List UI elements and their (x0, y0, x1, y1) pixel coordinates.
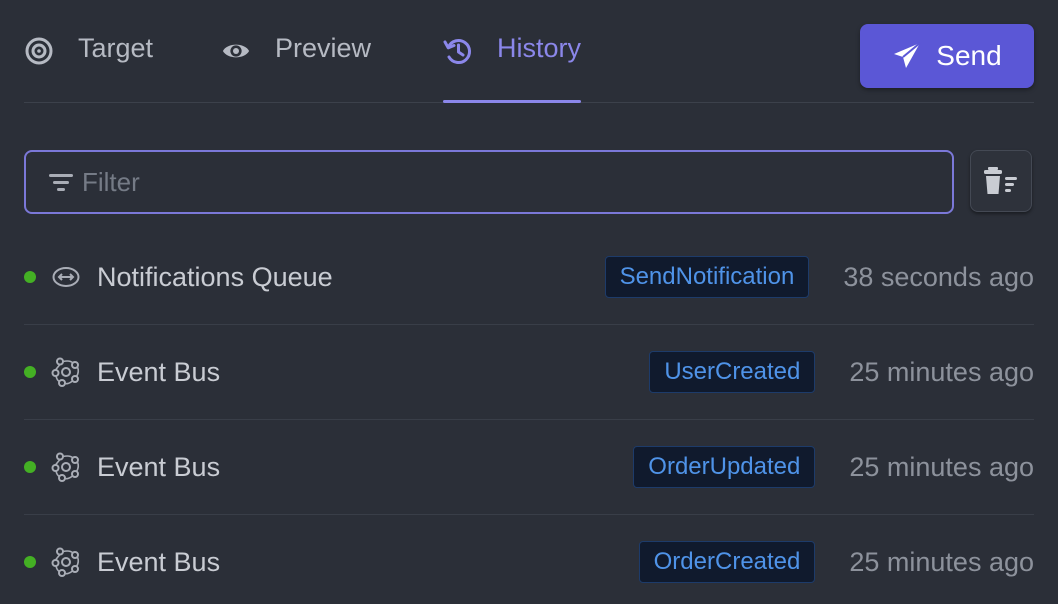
history-item-name: Notifications Queue (97, 262, 333, 292)
history-item[interactable]: Event Bus UserCreated 25 minutes ago (24, 325, 1034, 420)
history-item-name: Event Bus (97, 357, 221, 387)
status-dot (24, 556, 36, 568)
tab-label: History (497, 33, 582, 63)
history-item-meta: OrderUpdated 25 minutes ago (633, 445, 1034, 489)
queue-icon (51, 262, 81, 292)
history-item[interactable]: Notifications Queue SendNotification 38 … (24, 230, 1034, 325)
tab-history[interactable]: History (443, 33, 582, 103)
history-item-meta: OrderCreated 25 minutes ago (638, 540, 1034, 584)
event-bus-icon (51, 357, 81, 387)
status-dot (24, 461, 36, 473)
send-button-label: Send (936, 40, 1002, 71)
history-list: Notifications Queue SendNotification 38 … (24, 230, 1034, 604)
message-badge: OrderUpdated (633, 446, 816, 488)
tab-target[interactable]: Target (24, 33, 153, 102)
eye-icon (221, 36, 251, 66)
tab-label: Preview (275, 33, 372, 63)
target-icon (24, 36, 54, 66)
active-tab-indicator (443, 100, 582, 103)
message-badge: OrderCreated (638, 541, 816, 583)
history-item-name: Event Bus (97, 547, 221, 577)
paper-plane-icon (892, 41, 922, 71)
history-panel: Target Preview History Send Filter Notif… (0, 0, 1058, 604)
history-item-time: 38 seconds ago (843, 261, 1034, 292)
history-item-meta: UserCreated 25 minutes ago (649, 350, 1034, 394)
message-badge: UserCreated (649, 351, 816, 393)
history-item[interactable]: Event Bus OrderUpdated 25 minutes ago (24, 420, 1034, 515)
history-item-time: 25 minutes ago (849, 451, 1034, 482)
event-bus-icon (51, 547, 81, 577)
history-item[interactable]: Event Bus OrderCreated 25 minutes ago (24, 515, 1034, 604)
status-dot (24, 366, 36, 378)
tab-preview[interactable]: Preview (221, 33, 371, 102)
history-item-meta: SendNotification 38 seconds ago (604, 255, 1034, 299)
filter-icon (48, 169, 74, 195)
event-bus-icon (51, 452, 81, 482)
send-button[interactable]: Send (860, 24, 1034, 88)
tab-label: Target (78, 33, 154, 63)
history-item-name: Event Bus (97, 452, 221, 482)
filter-field[interactable] (24, 150, 954, 214)
message-badge: SendNotification (604, 256, 810, 298)
clear-history-button[interactable] (970, 150, 1032, 212)
filter-input[interactable] (82, 154, 952, 210)
history-item-time: 25 minutes ago (849, 546, 1034, 577)
history-icon (443, 36, 473, 66)
trash-clear-icon (983, 165, 1019, 197)
history-item-time: 25 minutes ago (849, 356, 1034, 387)
status-dot (24, 271, 36, 283)
